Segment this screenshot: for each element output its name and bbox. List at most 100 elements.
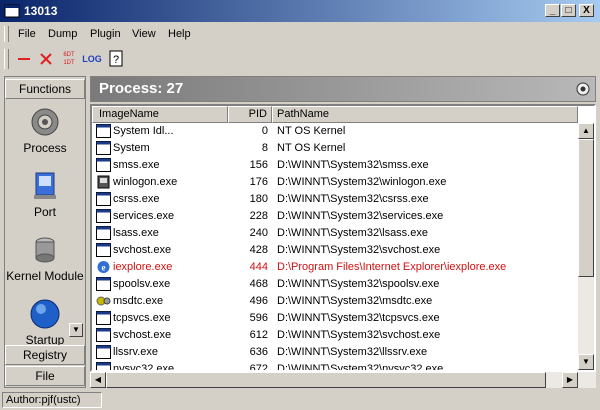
horizontal-scroll-thumb[interactable] bbox=[106, 372, 546, 388]
delete-button[interactable] bbox=[36, 49, 56, 69]
menu-view[interactable]: View bbox=[132, 28, 156, 40]
hex-dump-button[interactable]: 6DT 1DT bbox=[59, 49, 79, 71]
sidebar-item-startup[interactable]: Startup bbox=[5, 297, 85, 347]
scroll-up-button[interactable]: ▲ bbox=[578, 123, 594, 139]
menu-plugin[interactable]: Plugin bbox=[90, 28, 121, 40]
author-status: Author:pjf(ustc) bbox=[2, 392, 102, 408]
window-icon bbox=[96, 226, 111, 240]
path-cell: D:\Program Files\Internet Explorer\iexpl… bbox=[277, 261, 507, 273]
vertical-scrollbar[interactable]: ▲ ▼ bbox=[578, 123, 594, 370]
scroll-right-button[interactable]: ▶ bbox=[562, 372, 578, 388]
menu-file[interactable]: File bbox=[18, 28, 36, 40]
window-icon bbox=[96, 362, 111, 370]
image-name-cell: llssrv.exe bbox=[113, 346, 159, 358]
sidebar: Functions Process Port Kernel Module Sta… bbox=[4, 76, 86, 388]
window-icon bbox=[96, 311, 111, 325]
table-row[interactable]: lsass.exe 240 D:\WINNT\System32\lsass.exe bbox=[92, 225, 578, 242]
close-button[interactable]: X bbox=[579, 4, 594, 17]
table-row[interactable]: msdtc.exe 496 D:\WINNT\System32\msdtc.exe bbox=[92, 293, 578, 310]
sidebar-scroll-down-button[interactable]: ▼ bbox=[69, 323, 83, 337]
path-cell: D:\WINNT\System32\spoolsv.exe bbox=[277, 278, 440, 290]
window-icon bbox=[96, 345, 111, 359]
pid-cell: 496 bbox=[249, 295, 268, 307]
table-row[interactable]: llssrv.exe 636 D:\WINNT\System32\llssrv.ex… bbox=[92, 344, 578, 361]
file-button[interactable]: File bbox=[5, 366, 85, 386]
table-row[interactable]: csrss.exe 180 D:\WINNT\System32\csrss.exe bbox=[92, 191, 578, 208]
pid-cell: 8 bbox=[261, 142, 268, 154]
msdtc-icon bbox=[96, 296, 111, 306]
horizontal-scrollbar[interactable]: ◀ ▶ bbox=[90, 372, 596, 388]
table-row[interactable]: tcpsvcs.exe 596 D:\WINNT\System32\tcpsvcs.… bbox=[92, 310, 578, 327]
maximize-button[interactable]: □ bbox=[561, 4, 576, 17]
scroll-left-button[interactable]: ◀ bbox=[90, 372, 106, 388]
column-header-pid[interactable]: PID bbox=[228, 106, 272, 123]
path-cell: NT OS Kernel bbox=[277, 142, 346, 154]
column-header-imagename[interactable]: ImageName bbox=[92, 106, 228, 123]
process-list: ImageName PID PathName System Idl... 0 NT … bbox=[90, 104, 596, 372]
image-name-cell: services.exe bbox=[113, 210, 175, 222]
minimize-button[interactable]: _ bbox=[545, 4, 560, 17]
help-icon: ? bbox=[109, 50, 123, 67]
table-row[interactable]: System 8 NT OS Kernel bbox=[92, 140, 578, 157]
table-row[interactable]: services.exe 228 D:\WINNT\System32\service… bbox=[92, 208, 578, 225]
table-row[interactable]: svchost.exe 612 D:\WINNT\System32\svchost.… bbox=[92, 327, 578, 344]
toolbar-grip bbox=[4, 49, 9, 69]
menu-help[interactable]: Help bbox=[168, 28, 191, 40]
main-window: 13013 _ □ X File Dump Plugin View Help 6… bbox=[0, 0, 600, 410]
column-header-pathname[interactable]: PathName bbox=[272, 106, 578, 123]
image-name-cell: winlogon.exe bbox=[113, 176, 178, 188]
minus-button[interactable] bbox=[14, 49, 34, 69]
table-row[interactable]: smss.exe 156 D:\WINNT\System32\smss.exe bbox=[92, 157, 578, 174]
svg-text:e: e bbox=[102, 263, 106, 273]
winlogon-icon bbox=[97, 175, 110, 189]
path-cell: D:\WINNT\System32\services.exe bbox=[277, 210, 444, 222]
functions-button[interactable]: Functions bbox=[5, 79, 85, 99]
toolbar: 6DT 1DT LOG ? bbox=[0, 46, 600, 72]
window-icon bbox=[96, 328, 111, 342]
sidebar-item-label: Process bbox=[23, 141, 67, 155]
path-cell: D:\WINNT\System32\svchost.exe bbox=[277, 244, 441, 256]
internet-explorer-icon: e bbox=[97, 261, 110, 273]
app-icon bbox=[4, 4, 20, 18]
menu-dump[interactable]: Dump bbox=[48, 28, 77, 40]
window-icon bbox=[96, 158, 111, 172]
help-button[interactable]: ? bbox=[106, 49, 126, 69]
vertical-scroll-thumb[interactable] bbox=[578, 139, 594, 277]
table-row[interactable]: svchost.exe 428 D:\WINNT\System32\svchost.… bbox=[92, 242, 578, 259]
log-button[interactable]: LOG bbox=[82, 49, 102, 69]
disk-icon bbox=[35, 237, 55, 263]
window-icon bbox=[96, 209, 111, 223]
path-cell: D:\WINNT\System32\smss.exe bbox=[277, 159, 429, 171]
sidebar-item-kernel-module[interactable]: Kernel Module bbox=[5, 233, 85, 283]
table-row[interactable]: winlogon.exe 176 D:\WINNT\System32\winlogo… bbox=[92, 174, 578, 191]
table-row[interactable]: System Idl... 0 NT OS Kernel bbox=[92, 123, 578, 140]
sidebar-item-port[interactable]: Port bbox=[5, 169, 85, 219]
network-icon bbox=[34, 172, 56, 199]
path-cell: D:\WINNT\System32\tcpsvcs.exe bbox=[277, 312, 440, 324]
table-row[interactable]: e iexplore.exe 444 D:\Program Files\Interne… bbox=[92, 259, 578, 276]
window-icon bbox=[96, 277, 111, 291]
registry-button[interactable]: Registry bbox=[5, 345, 85, 365]
pid-cell: 468 bbox=[249, 278, 268, 290]
process-count-title: Process: 27 bbox=[99, 80, 184, 97]
window-icon bbox=[96, 243, 111, 257]
image-name-cell: System Idl... bbox=[113, 125, 174, 137]
window-icon bbox=[96, 141, 111, 155]
sidebar-item-label: Kernel Module bbox=[6, 269, 84, 283]
window-icon bbox=[96, 192, 111, 206]
image-name-cell: tcpsvcs.exe bbox=[113, 312, 171, 324]
refresh-icon[interactable] bbox=[575, 81, 591, 97]
window-title: 13013 bbox=[24, 4, 58, 18]
path-cell: NT OS Kernel bbox=[277, 125, 346, 137]
path-cell: D:\WINNT\System32\lsass.exe bbox=[277, 227, 428, 239]
path-cell: D:\WINNT\System32\nvsvc32.exe bbox=[277, 363, 444, 372]
table-row[interactable]: nvsvc32.exe 672 D:\WINNT\System32\nvsvc32.… bbox=[92, 361, 578, 372]
table-row[interactable]: spoolsv.exe 468 D:\WINNT\System32\spoolsv.… bbox=[92, 276, 578, 293]
pid-cell: 672 bbox=[249, 363, 268, 372]
pid-cell: 156 bbox=[249, 159, 268, 171]
path-cell: D:\WINNT\System32\winlogon.exe bbox=[277, 176, 447, 188]
pid-cell: 180 bbox=[249, 193, 268, 205]
title-bar[interactable]: 13013 _ □ X bbox=[0, 0, 600, 22]
sidebar-item-process[interactable]: Process bbox=[5, 105, 85, 155]
scroll-down-button[interactable]: ▼ bbox=[578, 354, 594, 370]
